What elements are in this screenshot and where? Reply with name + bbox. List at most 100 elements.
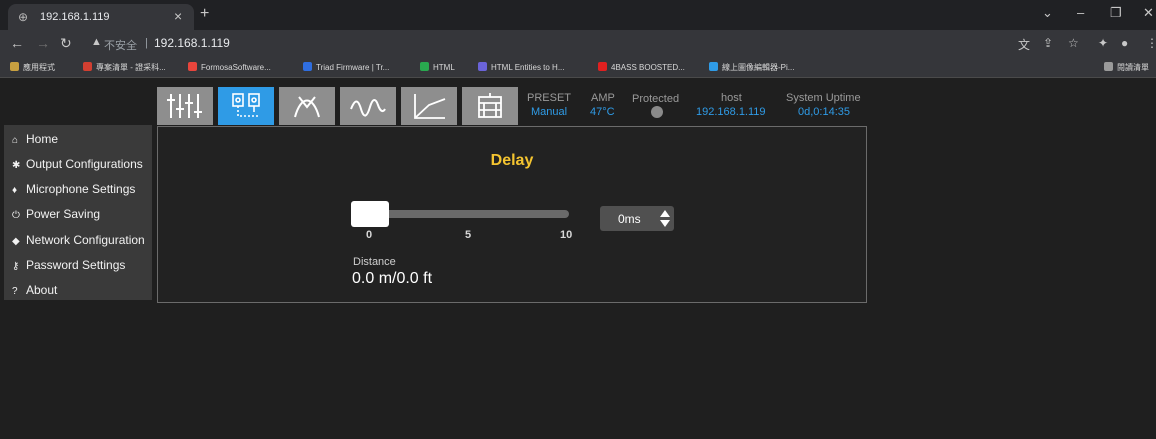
tool-compressor[interactable] xyxy=(401,87,457,125)
router-matrix-icon xyxy=(478,93,502,118)
menu-icon[interactable]: ⋮ xyxy=(1146,36,1156,50)
sidebar-item-label: Home xyxy=(26,132,59,146)
sidebar-item-label: Password Settings xyxy=(26,258,126,272)
sidebar-item-label: About xyxy=(26,283,58,297)
maximize-icon[interactable]: ❐ xyxy=(1110,5,1122,21)
question-icon: ? xyxy=(12,286,18,297)
distance-label: Distance xyxy=(353,256,396,268)
host-label: host xyxy=(721,92,742,104)
preset-value: Manual xyxy=(531,106,568,118)
bookmark-apps[interactable]: 應用程式 xyxy=(10,62,55,73)
sidebar-item-microphone-settings[interactable]: ♦ Microphone Settings xyxy=(12,182,135,196)
tool-equalizer[interactable] xyxy=(157,87,213,125)
sidebar: ⌂ Home ✱ Output Configurations ♦ Microphone… xyxy=(4,125,152,300)
minimize-icon[interactable]: – xyxy=(1077,5,1084,20)
distance-value: 0.0 m/0.0 ft xyxy=(352,270,433,287)
slider-tick-label: 10 xyxy=(560,229,573,241)
bookmark-html[interactable]: HTML xyxy=(420,62,455,72)
protected-label: Protected xyxy=(632,93,680,105)
slider-tick-label: 0 xyxy=(366,229,373,241)
host-value: 192.168.1.119 xyxy=(696,106,766,118)
tab-close-icon[interactable]: × xyxy=(174,8,182,24)
compressor-curve-icon xyxy=(414,94,446,119)
protected-indicator xyxy=(651,106,663,118)
profile-icon[interactable]: ● xyxy=(1121,36,1128,50)
uptime-label: System Uptime xyxy=(786,92,861,104)
preset-label: PRESET xyxy=(527,92,572,104)
insecure-label[interactable]: 不安全 xyxy=(104,37,137,53)
gear-icon: ✱ xyxy=(12,160,21,171)
sidebar-item-home[interactable]: ⌂ Home xyxy=(12,132,58,146)
bookmark-icon xyxy=(188,62,197,71)
wifi-icon: ◆ xyxy=(12,236,20,247)
youtube-icon xyxy=(598,62,607,71)
delay-speakers-icon xyxy=(232,93,260,117)
bookmark-image-editor[interactable]: 線上圖像編輯器-Pi... xyxy=(709,62,794,73)
bookmark-icon xyxy=(478,62,487,71)
panel-title: Delay xyxy=(490,152,534,169)
share-icon[interactable]: ⇪ xyxy=(1043,36,1053,50)
sidebar-item-label: Power Saving xyxy=(26,207,101,221)
sidebar-item-output-configurations[interactable]: ✱ Output Configurations xyxy=(12,157,143,171)
bookmark-bass-boosted[interactable]: 4BASS BOOSTED... xyxy=(598,62,685,72)
power-icon: ⏻ xyxy=(12,210,20,221)
delay-spinner-value[interactable]: 0ms xyxy=(618,212,641,226)
globe-icon: ⊕ xyxy=(18,10,29,24)
amp-temperature: 47°C xyxy=(590,106,615,118)
forward-icon[interactable]: → xyxy=(36,35,50,51)
tool-waveform[interactable] xyxy=(340,87,396,125)
sidebar-item-label: Network Configuration xyxy=(26,233,145,247)
bookmark-icon xyxy=(420,62,429,71)
bookmark-project-list[interactable]: 專案清單 - 證采科... xyxy=(83,62,166,73)
sidebar-item-label: Output Configurations xyxy=(26,157,143,171)
browser-toolbar: ← → ↻ ▲ 不安全 | 192.168.1.119 文 ⇪ ☆ ✦ ● ⋮ xyxy=(0,30,1156,58)
sidebar-item-network-configuration[interactable]: ◆ Network Configuration xyxy=(12,233,145,247)
window-close-icon[interactable]: ✕ xyxy=(1143,5,1154,21)
waveform-icon xyxy=(350,99,386,117)
tab-search-icon[interactable]: ⌄ xyxy=(1042,5,1053,21)
spinner-up-icon[interactable] xyxy=(660,210,670,217)
app-page: PRESET Manual AMP 47°C Protected host 19… xyxy=(0,79,1156,439)
back-icon[interactable]: ← xyxy=(10,35,24,51)
sidebar-item-password-settings[interactable]: ⚷ Password Settings xyxy=(12,258,125,272)
microphone-icon: ♦ xyxy=(12,185,18,196)
bookmarks-bar: 應用程式 專案清單 - 證采科... FormosaSoftware... Tr… xyxy=(0,58,1156,78)
warning-icon[interactable]: ▲ xyxy=(91,36,102,48)
tool-delay[interactable] xyxy=(218,87,274,125)
delay-spinner[interactable]: 0ms xyxy=(600,206,674,231)
delay-panel: Delay 0 5 10 0ms Distance 0.0 m/0.0 ft xyxy=(157,126,867,303)
bookmark-icon xyxy=(83,62,92,71)
extensions-icon[interactable]: ✦ xyxy=(1098,36,1108,50)
browser-tab-strip: ⊕ 192.168.1.119 × + ⌄ – ❐ ✕ xyxy=(0,0,1156,30)
reload-icon[interactable]: ↻ xyxy=(60,35,72,52)
bookmark-icon xyxy=(709,62,718,71)
tool-router[interactable] xyxy=(462,87,518,125)
address-bar[interactable]: 192.168.1.119 xyxy=(154,36,230,50)
new-tab-icon[interactable]: + xyxy=(200,5,209,23)
slider-tick-label: 5 xyxy=(465,229,472,241)
equalizer-sliders-icon xyxy=(167,94,202,118)
reading-list[interactable]: 閱讀清單 xyxy=(1104,62,1149,73)
translate-icon[interactable]: 文 xyxy=(1018,36,1030,53)
uptime-value: 0d,0:14:35 xyxy=(798,106,850,118)
apps-grid-icon xyxy=(10,62,19,71)
sidebar-item-label: Microphone Settings xyxy=(26,182,136,196)
crossover-filter-icon xyxy=(294,96,320,118)
bookmark-formosa[interactable]: FormosaSoftware... xyxy=(188,62,271,72)
sidebar-item-about[interactable]: ? About xyxy=(12,283,57,297)
bookmark-triad[interactable]: Triad Firmware | Tr... xyxy=(303,62,389,72)
delay-slider-thumb[interactable] xyxy=(351,201,389,227)
bookmark-html-entities[interactable]: HTML Entities to H... xyxy=(478,62,565,72)
tab-title: 192.168.1.119 xyxy=(40,11,110,23)
sidebar-item-power-saving[interactable]: ⏻ Power Saving xyxy=(12,207,100,221)
home-icon: ⌂ xyxy=(12,135,19,146)
key-icon: ⚷ xyxy=(12,261,20,272)
browser-tab[interactable]: ⊕ 192.168.1.119 × xyxy=(8,4,194,30)
spinner-down-icon[interactable] xyxy=(660,220,670,227)
tool-crossover[interactable] xyxy=(279,87,335,125)
trello-icon xyxy=(303,62,312,71)
star-icon[interactable]: ☆ xyxy=(1068,36,1079,50)
reading-list-icon xyxy=(1104,62,1113,71)
url-separator: | xyxy=(145,37,148,49)
amp-label: AMP xyxy=(591,92,615,104)
